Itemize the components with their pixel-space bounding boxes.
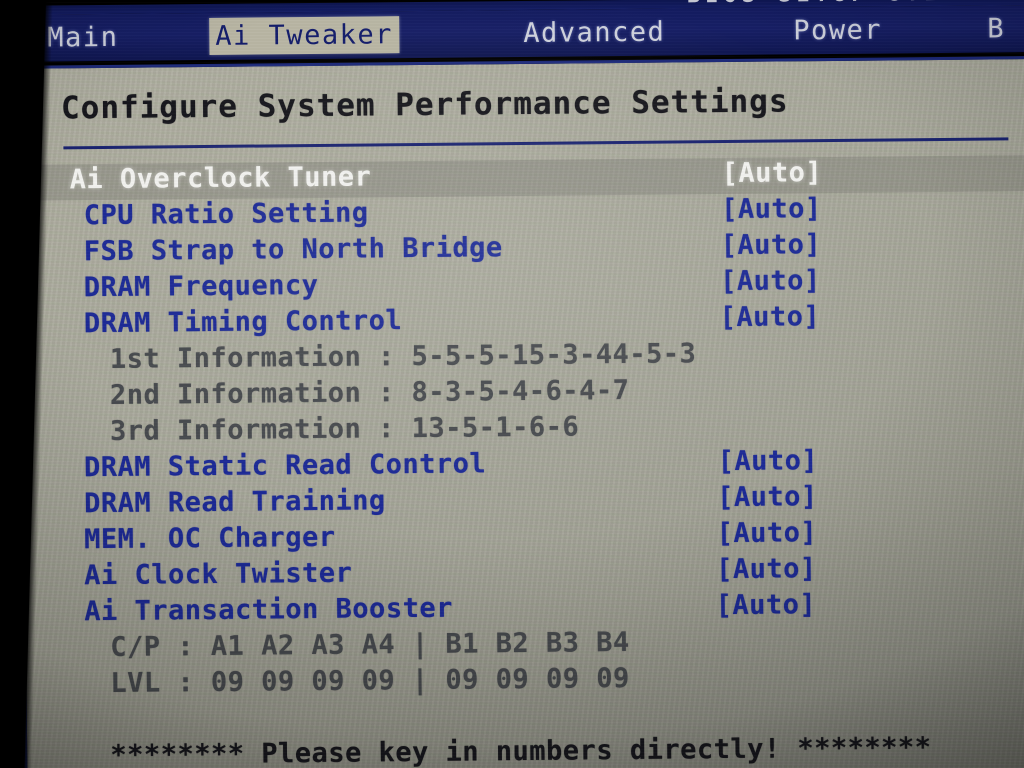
setting-label: C/P : A1 A2 A3 A4 | B1 B2 B3 B4 <box>110 626 630 663</box>
title-divider <box>63 137 1009 150</box>
setting-label: 2nd Information : 8-3-5-4-6-4-7 <box>109 374 630 411</box>
setting-label: Ai Overclock Tuner <box>69 161 372 196</box>
setting-value[interactable]: [Auto] <box>716 517 817 549</box>
setting-label: DRAM Static Read Control <box>83 448 487 484</box>
setting-value[interactable]: [Auto] <box>722 157 823 189</box>
menu-tab-ai-tweaker[interactable]: Ai Tweaker <box>209 16 400 55</box>
setting-label: 3rd Information : 13-5-1-6-6 <box>109 411 580 447</box>
menu-tab-main[interactable]: Main <box>47 19 118 57</box>
settings-list: Ai Overclock Tuner [Auto] CPU Ratio Settin… <box>21 154 1024 768</box>
setting-value[interactable]: [Auto] <box>721 229 822 261</box>
setting-label: LVL : 09 09 09 09 | 09 09 09 09 <box>110 662 630 699</box>
menu-tab-power[interactable]: Power <box>793 12 882 50</box>
setting-value[interactable]: [Auto] <box>717 481 818 513</box>
setting-label: DRAM Timing Control <box>83 305 403 340</box>
setting-value[interactable]: [Auto] <box>720 265 821 297</box>
menu-tab-advanced[interactable]: Advanced <box>523 14 665 52</box>
monitor-surface: BIOS SETUP UTILITY MainAi TweakerAdvance… <box>0 0 1024 768</box>
setting-label: Ai Transaction Booster <box>84 592 454 628</box>
setting-label: CPU Ratio Setting <box>83 197 369 232</box>
setting-label: DRAM Read Training <box>83 485 386 520</box>
menu-tab-b[interactable]: B <box>987 10 1005 47</box>
setting-label: 1st Information : 5-5-5-15-3-44-5-3 <box>109 338 697 375</box>
setting-value[interactable]: [Auto] <box>716 553 817 585</box>
content-panel: Configure System Performance Settings Ai… <box>17 55 1024 768</box>
setting-value[interactable]: [Auto] <box>717 445 818 477</box>
setting-label: FSB Strap to North Bridge <box>83 232 503 268</box>
setting-label: DRAM Frequency <box>83 269 319 304</box>
setting-value[interactable]: [Auto] <box>720 301 821 333</box>
setting-label: Ai Clock Twister <box>84 557 353 592</box>
setting-label: MEM. OC Charger <box>84 521 336 556</box>
bios-screen-photo: BIOS SETUP UTILITY MainAi TweakerAdvance… <box>0 0 1024 768</box>
page-title: Configure System Performance Settings <box>60 83 789 127</box>
setting-value[interactable]: [Auto] <box>721 193 822 225</box>
menu-bar: Main Ai Tweaker Advanced Power B <box>0 4 1024 63</box>
setting-value[interactable]: [Auto] <box>715 589 816 621</box>
